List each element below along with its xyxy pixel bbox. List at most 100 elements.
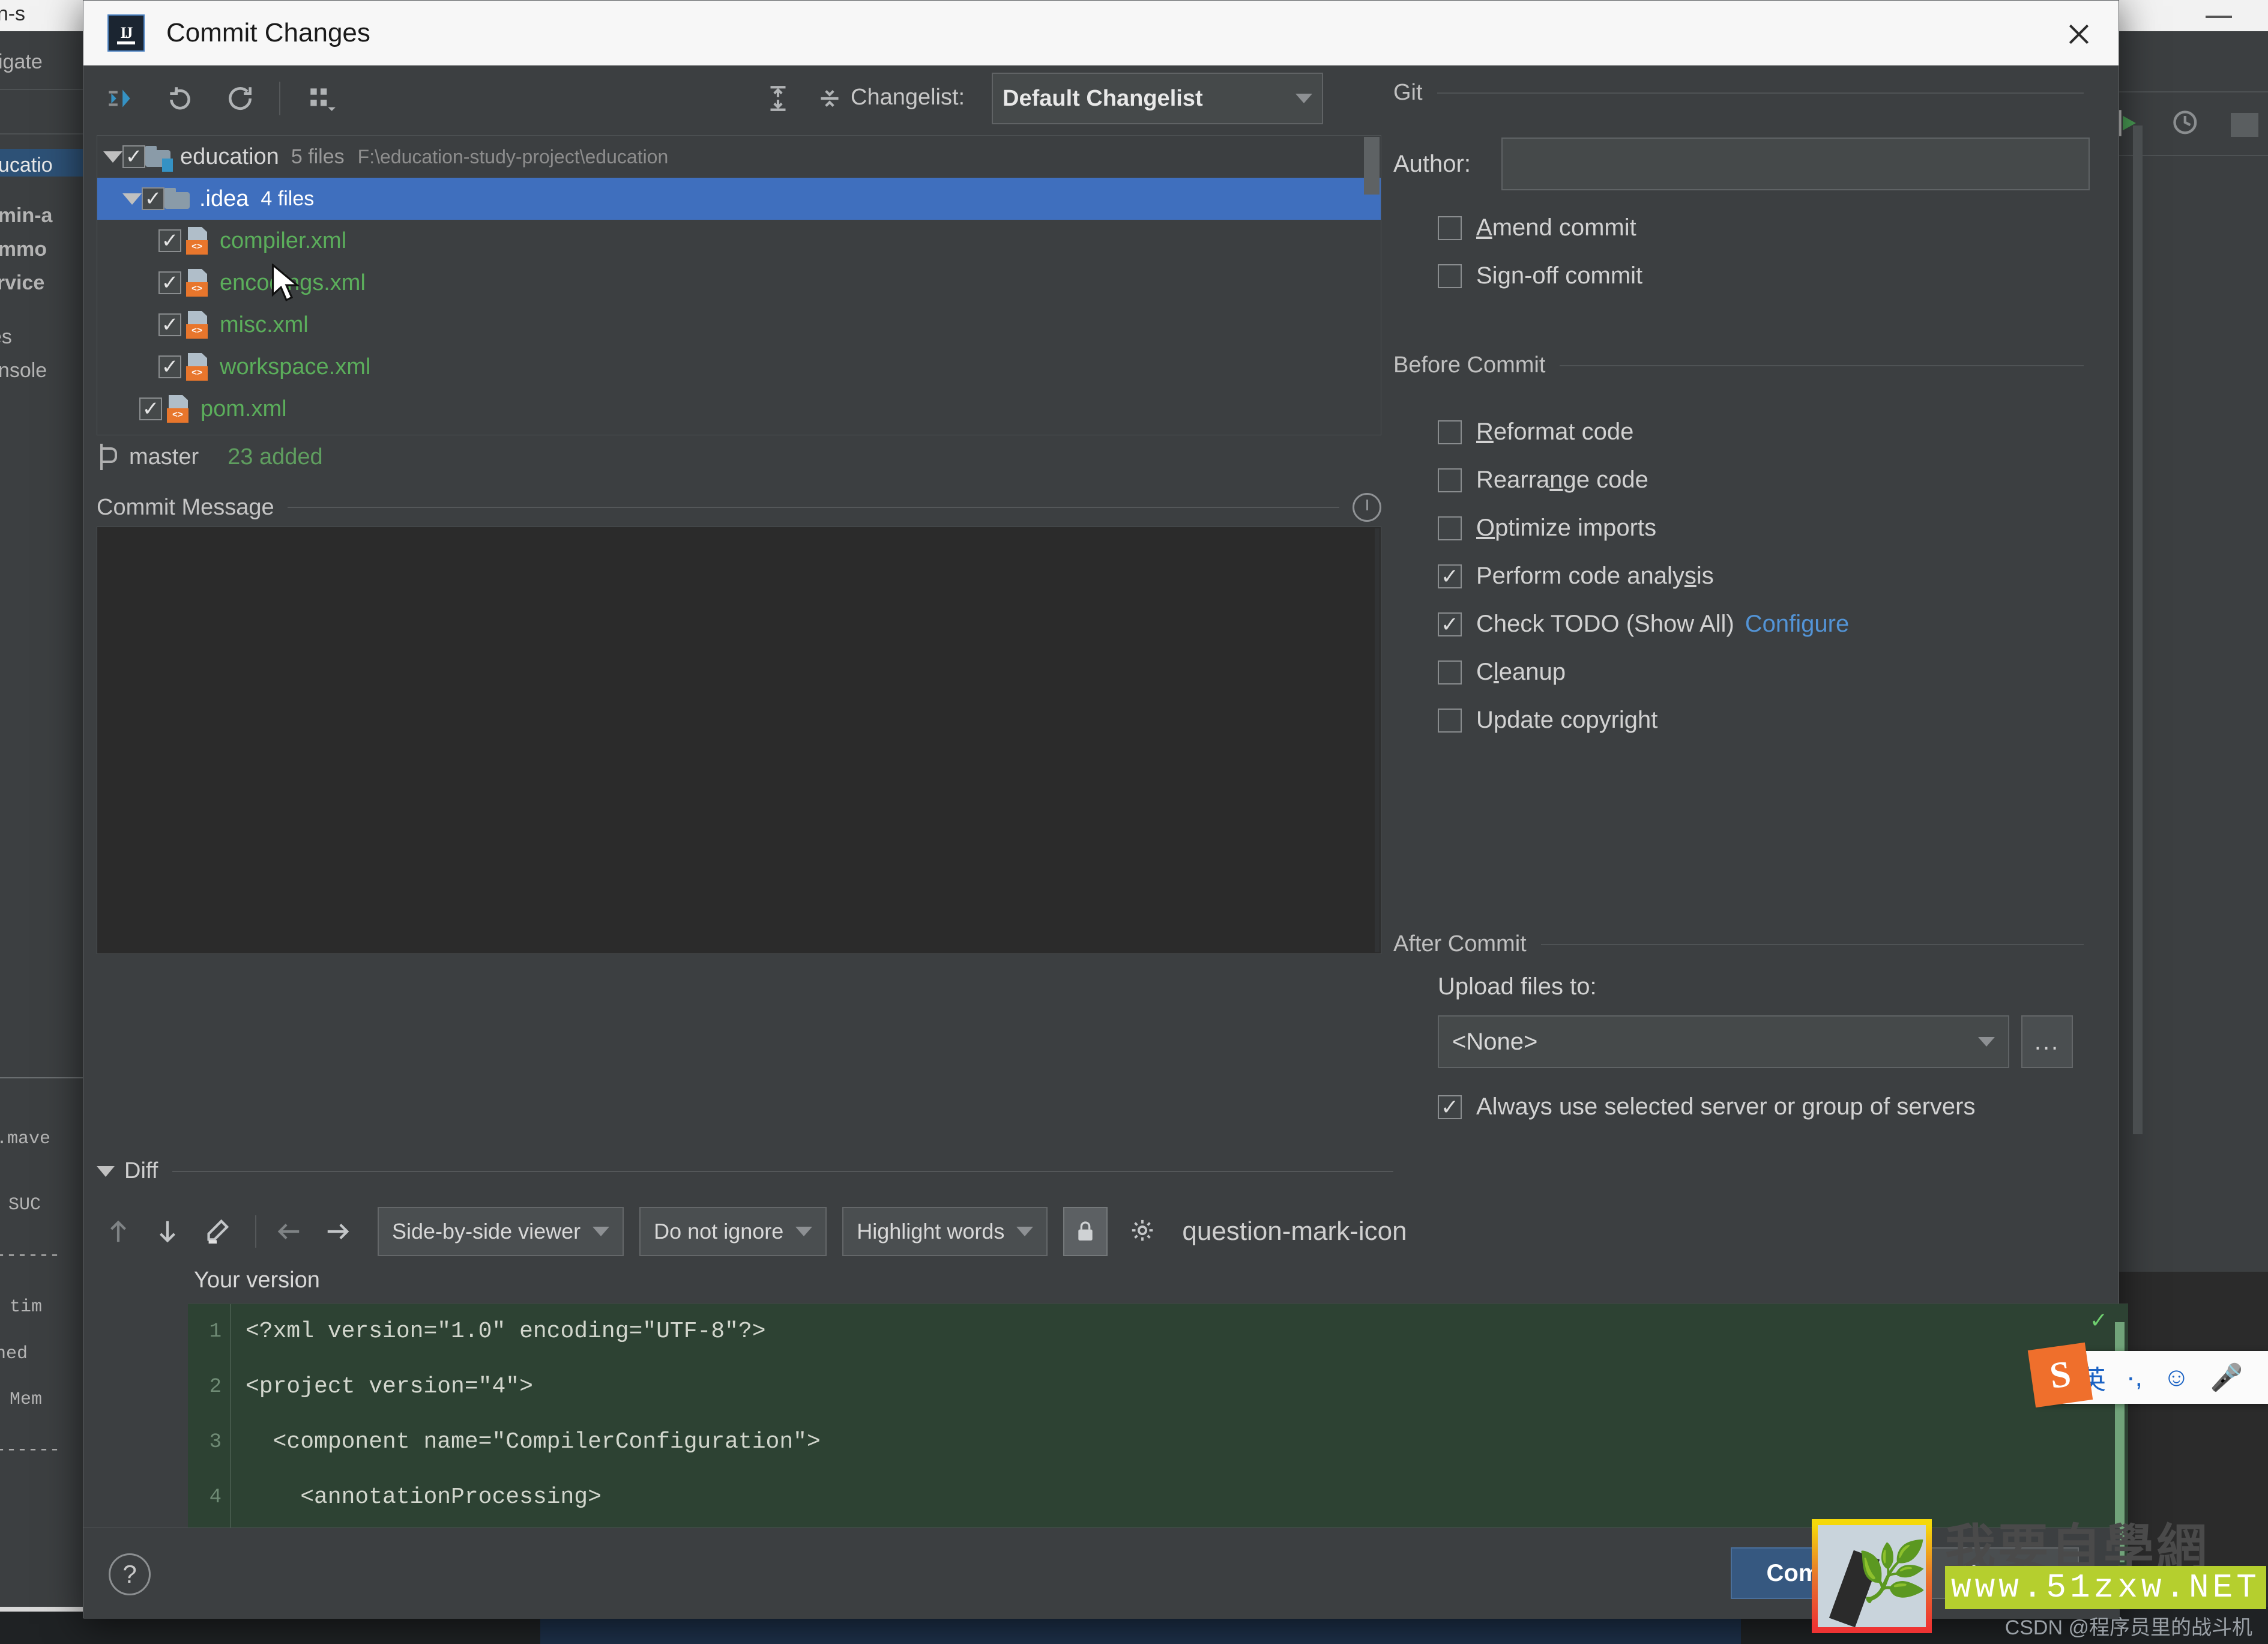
table-row[interactable]: .idea 4 files xyxy=(97,178,1381,220)
before-commit-group-header: Before Commit xyxy=(1393,352,2084,378)
diff-section-header[interactable]: Diff xyxy=(97,1158,1393,1184)
table-row[interactable]: <> encodings.xml xyxy=(97,262,1381,304)
table-row[interactable]: <> compiler.xml xyxy=(97,220,1381,262)
row-checkbox[interactable] xyxy=(122,145,145,168)
expand-all-icon[interactable] xyxy=(755,75,801,122)
sogou-ime-toolbar[interactable]: S 英 ·, ☺ 🎤 xyxy=(2027,1342,2268,1408)
help-button[interactable]: ? xyxy=(109,1553,151,1595)
update-copyright-checkbox[interactable]: Update copyright xyxy=(1438,707,1657,734)
collapse-all-icon[interactable] xyxy=(806,75,853,122)
tree-node-count: 5 files xyxy=(291,145,345,168)
rearrange-code-checkbox[interactable]: Rearrange code xyxy=(1438,467,1648,494)
whitespace-mode-select[interactable]: Do not ignore xyxy=(639,1207,827,1256)
code-line: <component name="CompilerConfiguration"> xyxy=(246,1429,821,1455)
diff-pane-title: Your version xyxy=(194,1268,320,1293)
branch-name: master xyxy=(129,444,199,470)
configure-link[interactable]: Configure xyxy=(1745,611,1849,638)
divider xyxy=(1540,943,2084,945)
browse-servers-button[interactable]: ... xyxy=(2021,1015,2073,1068)
table-row[interactable]: education-admin-api 12 files F:\educatio… xyxy=(97,430,1381,435)
accept-right-icon[interactable] xyxy=(316,1210,360,1253)
author-label: Author: xyxy=(1393,150,1471,177)
commit-message-header: Commit Message xyxy=(97,493,1381,522)
cleanup-label: Cleanup xyxy=(1476,659,1566,685)
row-checkbox[interactable] xyxy=(142,187,164,210)
code-line: <annotationProcessing> xyxy=(246,1484,602,1510)
group-by-icon[interactable] xyxy=(298,75,345,122)
line-number: 4 xyxy=(209,1486,222,1509)
tree-node-label: education xyxy=(180,144,279,169)
checkbox-box xyxy=(1438,516,1462,540)
options-panel-scrollbar[interactable] xyxy=(2133,125,2143,1134)
amend-commit-checkbox[interactable]: Amend commit xyxy=(1438,214,1636,241)
tree-scrollbar[interactable] xyxy=(1364,137,1380,195)
row-checkbox[interactable] xyxy=(158,313,181,336)
dialog-body: Changelist: Default Changelist education… xyxy=(83,65,2143,1619)
clock-history-icon[interactable] xyxy=(1353,493,1381,522)
upload-server-select[interactable]: <None> xyxy=(1438,1015,2009,1068)
changelist-label: Changelist: xyxy=(851,85,965,110)
row-checkbox[interactable] xyxy=(158,229,181,252)
checkbox-box xyxy=(1438,612,1462,636)
checkbox-box xyxy=(1438,216,1462,240)
close-icon[interactable] xyxy=(2061,16,2097,52)
table-row[interactable]: <> misc.xml xyxy=(97,304,1381,346)
ide-module-admin: dmin-a xyxy=(0,204,53,227)
changed-files-tree[interactable]: education 5 files F:\education-study-pro… xyxy=(97,135,1381,435)
refresh-icon[interactable] xyxy=(217,75,264,122)
lock-icon[interactable] xyxy=(1063,1207,1108,1256)
chevron-down-icon xyxy=(1016,1227,1034,1236)
rollback-icon[interactable] xyxy=(157,75,204,122)
ime-punctuation-icon[interactable]: ·, xyxy=(2126,1362,2143,1392)
table-row[interactable]: <> workspace.xml xyxy=(97,346,1381,388)
row-checkbox[interactable] xyxy=(158,271,181,294)
changelist-selected-value: Default Changelist xyxy=(1003,85,1203,111)
stop-icon[interactable] xyxy=(2231,113,2258,137)
perform-code-analysis-label: Perform code analysis xyxy=(1476,563,1714,589)
reformat-code-checkbox[interactable]: Reformat code xyxy=(1438,419,1633,446)
perform-code-analysis-checkbox[interactable]: Perform code analysis xyxy=(1438,563,1714,590)
history-icon[interactable] xyxy=(2171,108,2202,142)
divider xyxy=(1437,92,2084,94)
row-checkbox[interactable] xyxy=(139,397,162,420)
show-diff-icon[interactable] xyxy=(97,75,143,122)
chevron-down-icon[interactable] xyxy=(122,193,142,205)
chevron-down-icon[interactable] xyxy=(97,1165,115,1177)
cleanup-checkbox[interactable]: Cleanup xyxy=(1438,659,1566,686)
highlight-mode-select[interactable]: Highlight words xyxy=(842,1207,1048,1256)
toolbar-separator xyxy=(279,82,280,115)
ide-log-finished: shed xyxy=(0,1344,28,1364)
always-use-server-checkbox[interactable]: Always use selected server or group of s… xyxy=(1438,1093,1975,1120)
optimize-imports-checkbox[interactable]: Optimize imports xyxy=(1438,515,1656,542)
accept-left-icon[interactable] xyxy=(267,1210,310,1253)
ide-menu-navigate: vigate xyxy=(0,50,43,73)
ide-tab-files: es xyxy=(0,325,12,348)
commit-message-scrollbar[interactable] xyxy=(1375,528,1380,952)
minimize-icon[interactable] xyxy=(2206,16,2232,18)
gear-icon[interactable] xyxy=(1121,1210,1164,1253)
table-row[interactable]: education 5 files F:\education-study-pro… xyxy=(97,136,1381,178)
author-field[interactable] xyxy=(1501,138,2090,190)
changelist-select[interactable]: Default Changelist xyxy=(992,73,1323,124)
diff-viewer-mode-select[interactable]: Side-by-side viewer xyxy=(378,1207,624,1256)
check-todo-checkbox[interactable]: Check TODO (Show All) Configure xyxy=(1438,611,1849,638)
ide-left-column: vigate ducatio dmin-a ommo ervice es ons… xyxy=(0,31,89,1644)
previous-difference-icon[interactable] xyxy=(97,1210,140,1253)
ime-voice-icon[interactable]: 🎤 xyxy=(2210,1362,2243,1393)
chevron-down-icon[interactable] xyxy=(103,151,122,163)
sogou-logo-icon: S xyxy=(2027,1342,2093,1408)
signoff-commit-checkbox[interactable]: Sign-off commit xyxy=(1438,262,1642,289)
tree-node-label: compiler.xml xyxy=(220,228,347,253)
update-copyright-label: Update copyright xyxy=(1476,707,1658,733)
ime-emoji-icon[interactable]: ☺ xyxy=(2163,1362,2190,1392)
commit-message-input[interactable] xyxy=(97,527,1381,954)
edit-icon[interactable] xyxy=(195,1210,238,1253)
table-row[interactable]: <> pom.xml xyxy=(97,388,1381,430)
upload-server-value: <None> xyxy=(1452,1028,1538,1055)
next-difference-icon[interactable] xyxy=(146,1210,189,1253)
xml-file-icon: <> xyxy=(186,269,210,297)
row-checkbox[interactable] xyxy=(158,355,181,378)
dialog-titlebar: IJ Commit Changes xyxy=(83,1,2119,65)
ide-project-education: ducatio xyxy=(0,154,53,177)
question-mark-icon[interactable]: question-mark-icon xyxy=(1182,1216,1407,1247)
